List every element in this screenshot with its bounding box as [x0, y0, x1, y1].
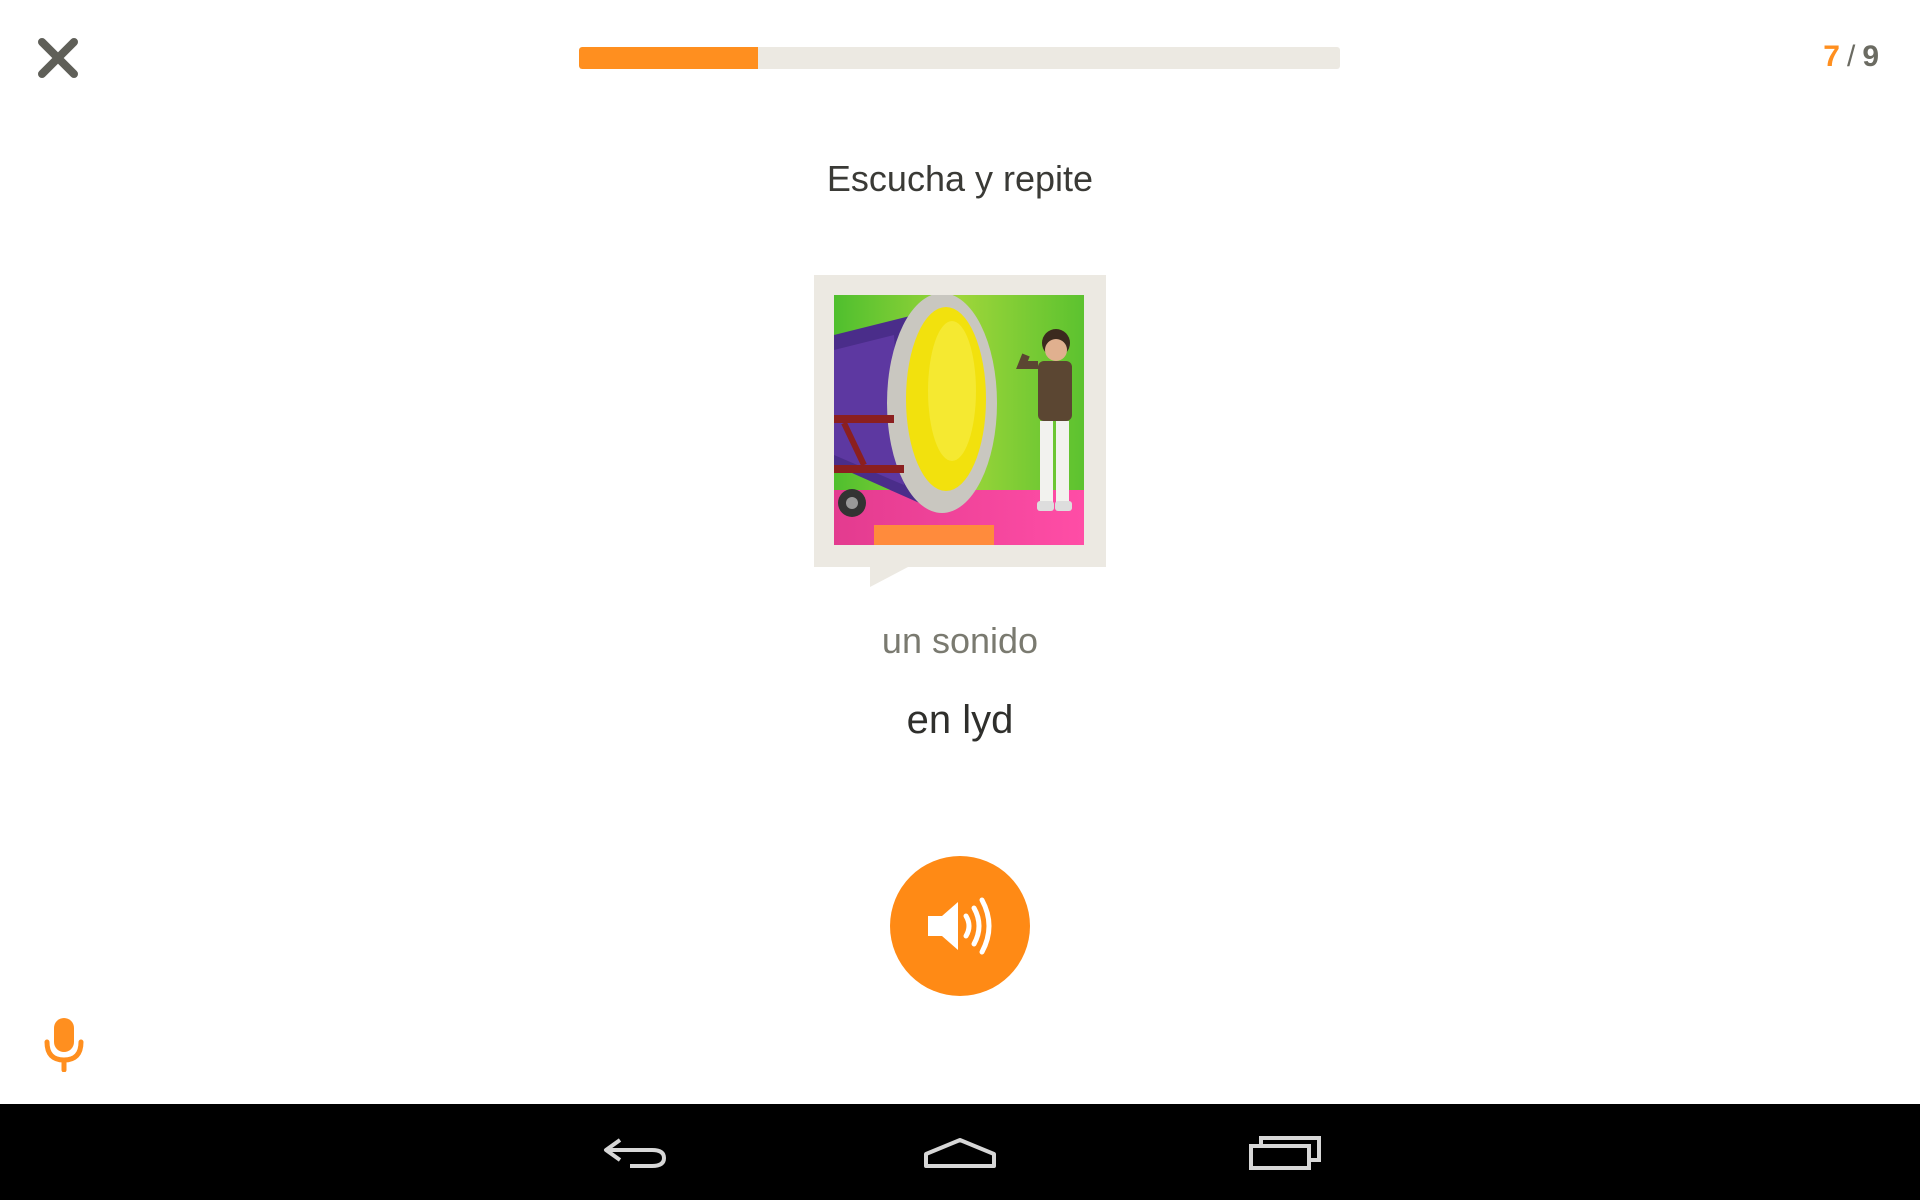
counter-current: 7	[1823, 40, 1841, 73]
home-icon	[924, 1138, 996, 1168]
nav-recents-button[interactable]	[1240, 1122, 1330, 1182]
translation-text: en lyd	[906, 698, 1014, 742]
progress-counter: 7/9	[1823, 40, 1880, 74]
vocabulary-image	[834, 295, 1084, 545]
image-card	[814, 275, 1106, 587]
counter-total: 9	[1862, 40, 1880, 73]
target-phrase: un sonido	[881, 620, 1039, 661]
back-icon	[604, 1138, 667, 1168]
speaker-icon	[928, 897, 992, 955]
nav-back-button[interactable]	[590, 1122, 680, 1182]
close-icon	[38, 38, 78, 78]
microphone-icon	[44, 1018, 84, 1073]
play-audio-button[interactable]	[890, 856, 1030, 996]
progress-fill	[579, 47, 758, 69]
speech-tail	[870, 567, 908, 587]
recents-icon	[1249, 1136, 1321, 1170]
microphone-button[interactable]	[42, 1016, 86, 1073]
close-button[interactable]	[32, 32, 84, 84]
instruction-title: Escucha y repite	[826, 158, 1094, 199]
progress-bar	[579, 47, 1340, 69]
nav-home-button[interactable]	[915, 1122, 1005, 1182]
system-navigation-bar	[0, 1104, 1920, 1200]
counter-separator: /	[1846, 40, 1857, 73]
lesson-screen: 7/9 Escucha y repite un sonido en lyd	[0, 0, 1920, 1104]
